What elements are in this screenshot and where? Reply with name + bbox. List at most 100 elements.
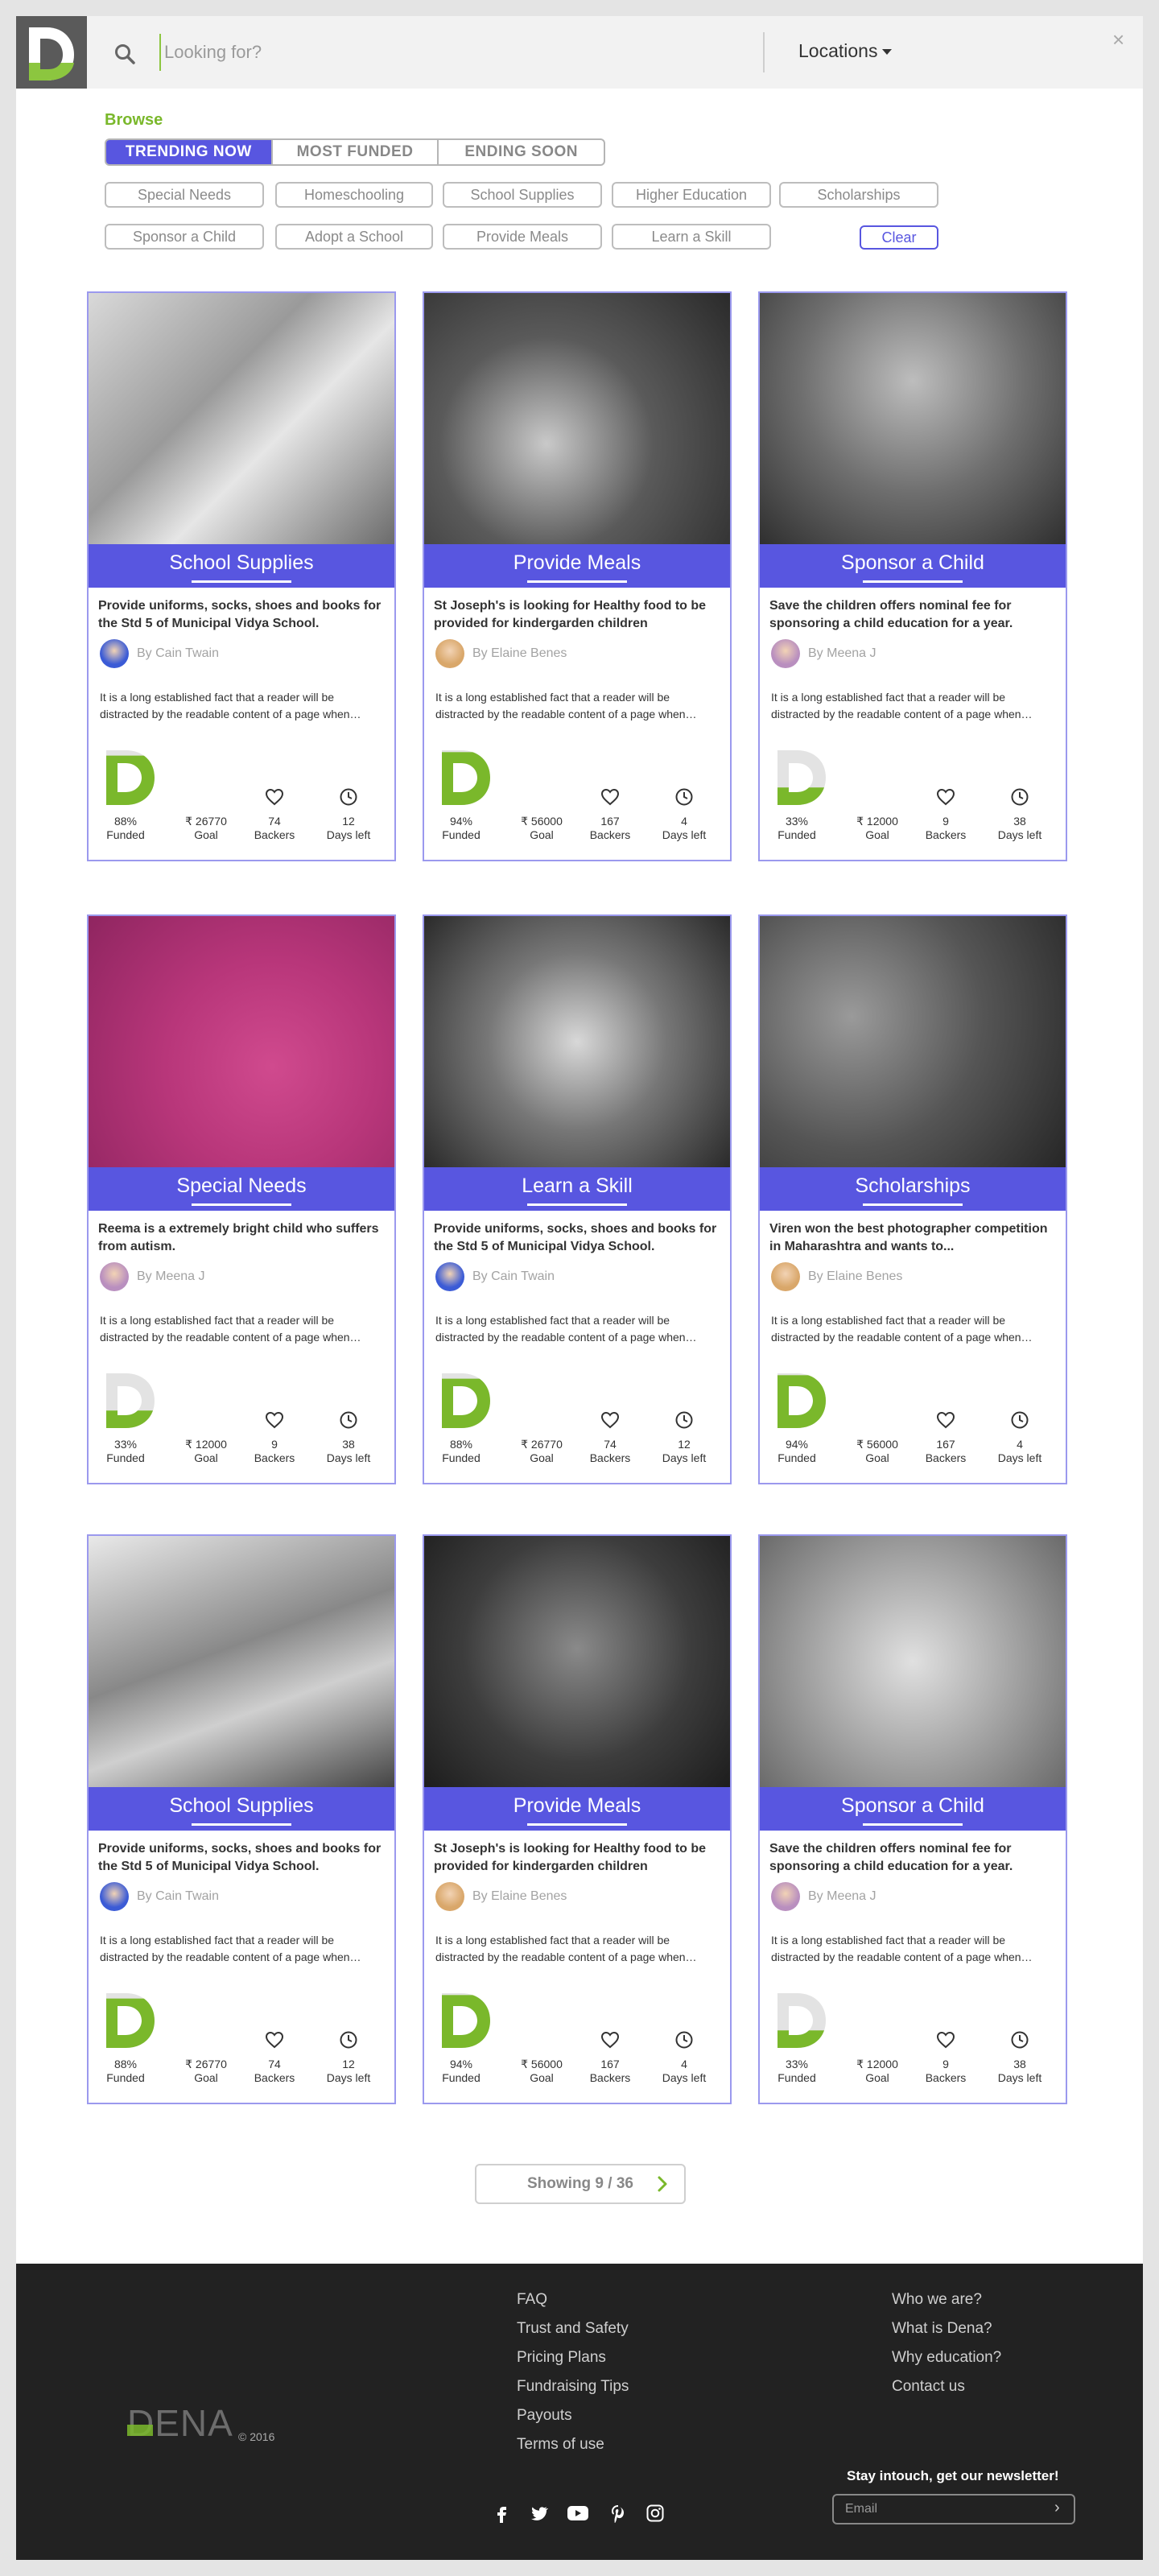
search-icon[interactable] xyxy=(114,43,135,64)
heart-icon[interactable] xyxy=(265,1410,284,1430)
funded-progress-icon xyxy=(106,1993,155,2048)
campaign-card[interactable]: Provide Meals St Joseph's is looking for … xyxy=(423,1534,732,2104)
campaign-card[interactable]: School Supplies Provide uniforms, socks, … xyxy=(87,291,396,861)
campaign-card[interactable]: Scholarships Viren won the best photograp… xyxy=(758,914,1067,1484)
backers-value: 74 xyxy=(268,815,281,828)
footer-link-trust-safety[interactable]: Trust and Safety xyxy=(517,2320,629,2338)
days-left-stat: 12 Days left xyxy=(320,2030,377,2085)
campaign-author[interactable]: By Meena J xyxy=(771,1882,876,1911)
chip-learn-a-skill[interactable]: Learn a Skill xyxy=(612,224,771,250)
footer-link-what-is-dena[interactable]: What is Dena? xyxy=(892,2320,992,2338)
heart-icon[interactable] xyxy=(265,787,284,807)
backers-label: Backers xyxy=(925,1451,967,1464)
newsletter-email-input[interactable] xyxy=(832,2494,1075,2524)
campaign-author[interactable]: By Cain Twain xyxy=(435,1262,555,1291)
newsletter-label: Stay intouch, get our newsletter! xyxy=(847,2468,1059,2483)
chip-higher-education[interactable]: Higher Education xyxy=(612,182,771,208)
campaign-description: It is a long established fact that a rea… xyxy=(100,1314,361,1344)
footer-link-payouts[interactable]: Payouts xyxy=(517,2407,572,2425)
search-input[interactable] xyxy=(164,39,591,66)
campaign-author[interactable]: By Meena J xyxy=(100,1262,204,1291)
campaign-author[interactable]: By Meena J xyxy=(771,639,876,668)
backers-stat[interactable]: 74 Backers xyxy=(246,787,303,842)
campaign-card[interactable]: Special Needs Reema is a extremely bright… xyxy=(87,914,396,1484)
campaign-author[interactable]: By Elaine Benes xyxy=(435,1882,567,1911)
backers-stat[interactable]: 74 Backers xyxy=(582,1410,638,1465)
close-icon[interactable]: × xyxy=(1112,27,1124,52)
chip-scholarships[interactable]: Scholarships xyxy=(779,182,938,208)
funded-stat: 94% Funded xyxy=(437,815,485,842)
footer-link-terms[interactable]: Terms of use xyxy=(517,2436,604,2454)
footer-link-contact[interactable]: Contact us xyxy=(892,2378,965,2396)
newsletter-submit-button[interactable]: › xyxy=(1054,2499,1060,2517)
search-cursor xyxy=(159,34,161,71)
heart-icon[interactable] xyxy=(600,2030,620,2050)
campaign-author[interactable]: By Cain Twain xyxy=(100,1882,219,1911)
campaign-photo xyxy=(760,916,1066,1167)
tab-ending-soon[interactable]: ENDING SOON xyxy=(437,140,604,164)
footer-link-fundraising-tips[interactable]: Fundraising Tips xyxy=(517,2378,629,2396)
goal-stat: ₹ 56000 Goal xyxy=(513,815,571,842)
campaign-author[interactable]: By Elaine Benes xyxy=(435,639,567,668)
chip-homeschooling[interactable]: Homeschooling xyxy=(275,182,433,208)
tab-most-funded[interactable]: MOST FUNDED xyxy=(270,140,438,164)
backers-stat[interactable]: 9 Backers xyxy=(918,2030,974,2085)
days-left-value: 4 xyxy=(681,815,687,828)
campaign-card[interactable]: Provide Meals St Joseph's is looking for … xyxy=(423,291,732,861)
campaign-stats: 33% Funded ₹ 12000 Goal 9 Backers 38 Days left xyxy=(760,1992,1066,2088)
dena-logo[interactable] xyxy=(16,16,87,89)
campaign-stats: 94% Funded ₹ 56000 Goal 167 Backers 4 Days left xyxy=(760,1372,1066,1468)
heart-icon[interactable] xyxy=(936,787,955,807)
heart-icon[interactable] xyxy=(600,1410,620,1430)
campaign-card[interactable]: Learn a Skill Provide uniforms, socks, sh… xyxy=(423,914,732,1484)
footer-link-faq[interactable]: FAQ xyxy=(517,2291,547,2309)
avatar xyxy=(771,639,800,668)
clear-filters-button[interactable]: Clear xyxy=(860,225,938,250)
avatar xyxy=(435,1882,464,1911)
funded-value: 94% xyxy=(449,815,473,828)
chip-special-needs[interactable]: Special Needs xyxy=(105,182,264,208)
campaign-author[interactable]: By Cain Twain xyxy=(100,639,219,668)
footer-link-why-education[interactable]: Why education? xyxy=(892,2349,1001,2367)
campaign-stats: 33% Funded ₹ 12000 Goal 9 Backers 38 Days left xyxy=(89,1372,394,1468)
pagination[interactable]: Showing 9 / 36 xyxy=(475,2164,686,2204)
campaign-card[interactable]: Sponsor a Child Save the children offers … xyxy=(758,1534,1067,2104)
campaign-photo xyxy=(760,1536,1066,1787)
campaign-card[interactable]: Sponsor a Child Save the children offers … xyxy=(758,291,1067,861)
heart-icon[interactable] xyxy=(936,2030,955,2050)
backers-stat[interactable]: 167 Backers xyxy=(918,1410,974,1465)
backers-value: 9 xyxy=(942,815,949,828)
campaign-photo xyxy=(89,1536,394,1787)
footer-logo[interactable]: DENA © 2016 xyxy=(127,2405,274,2443)
footer-link-pricing[interactable]: Pricing Plans xyxy=(517,2349,606,2367)
twitter-icon[interactable] xyxy=(530,2504,549,2523)
footer-link-who-we-are[interactable]: Who we are? xyxy=(892,2291,982,2309)
backers-stat[interactable]: 9 Backers xyxy=(246,1410,303,1465)
facebook-icon[interactable] xyxy=(493,2504,512,2523)
heart-icon[interactable] xyxy=(265,2030,284,2050)
goal-label: Goal xyxy=(194,2071,218,2084)
backers-stat[interactable]: 9 Backers xyxy=(918,787,974,842)
chevron-right-icon[interactable] xyxy=(654,2175,671,2193)
chip-school-supplies[interactable]: School Supplies xyxy=(443,182,602,208)
backers-stat[interactable]: 167 Backers xyxy=(582,2030,638,2085)
goal-stat: ₹ 12000 Goal xyxy=(848,815,906,842)
goal-label: Goal xyxy=(530,2071,554,2084)
backers-stat[interactable]: 167 Backers xyxy=(582,787,638,842)
days-left-label: Days left xyxy=(326,2071,371,2084)
instagram-icon[interactable] xyxy=(645,2504,665,2523)
days-left-stat: 4 Days left xyxy=(656,787,712,842)
campaign-author[interactable]: By Elaine Benes xyxy=(771,1262,902,1291)
chip-provide-meals[interactable]: Provide Meals xyxy=(443,224,602,250)
youtube-icon[interactable] xyxy=(567,2504,589,2523)
campaign-card[interactable]: School Supplies Provide uniforms, socks, … xyxy=(87,1534,396,2104)
chip-sponsor-a-child[interactable]: Sponsor a Child xyxy=(105,224,264,250)
backers-stat[interactable]: 74 Backers xyxy=(246,2030,303,2085)
chip-adopt-a-school[interactable]: Adopt a School xyxy=(275,224,433,250)
funded-value: 33% xyxy=(785,2058,809,2070)
tab-trending-now[interactable]: TRENDING NOW xyxy=(106,140,271,164)
locations-dropdown[interactable]: Locations xyxy=(798,40,893,62)
pinterest-icon[interactable] xyxy=(608,2504,628,2523)
heart-icon[interactable] xyxy=(936,1410,955,1430)
heart-icon[interactable] xyxy=(600,787,620,807)
